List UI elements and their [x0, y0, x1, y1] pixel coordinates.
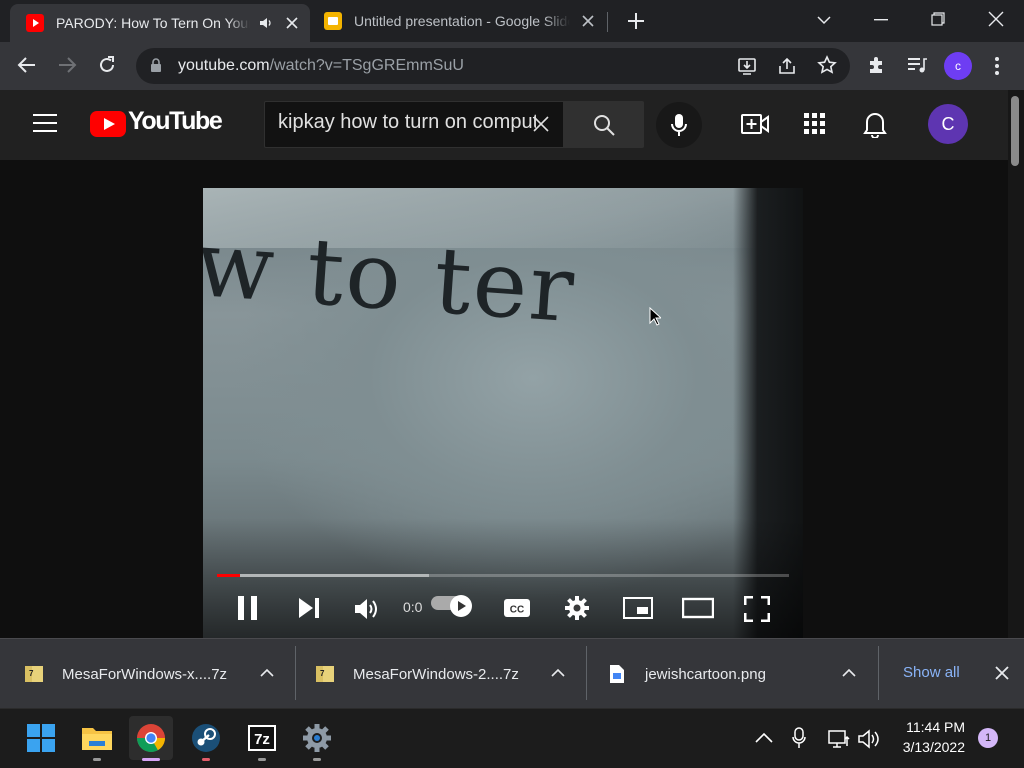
share-icon[interactable]: [777, 56, 797, 76]
mouse-cursor-icon: [649, 307, 661, 327]
7zip-icon[interactable]: 7z: [240, 716, 284, 760]
7z-archive-icon: 7: [315, 664, 335, 684]
tab-google-slides[interactable]: Untitled presentation - Google Slides: [312, 0, 602, 42]
svg-text:7: 7: [320, 669, 325, 678]
lock-icon[interactable]: [150, 58, 162, 73]
bookmark-star-icon[interactable]: [817, 55, 837, 75]
page-scrollbar[interactable]: [1008, 90, 1024, 638]
youtube-play-logo-icon: [90, 111, 126, 137]
7z-archive-icon: 7: [24, 664, 44, 684]
captions-icon[interactable]: CC: [503, 598, 531, 618]
search-icon: [592, 113, 616, 137]
media-control-icon[interactable]: [906, 56, 928, 74]
network-tray-icon[interactable]: [828, 729, 852, 749]
notifications-bell-icon[interactable]: [863, 110, 887, 138]
time-display: 0:0: [403, 599, 423, 615]
next-video-icon[interactable]: [298, 597, 320, 619]
tab-title: Untitled presentation - Google Slides: [354, 13, 570, 29]
create-video-icon[interactable]: [740, 112, 770, 136]
taskbar-running-indicator: [202, 758, 210, 761]
new-tab-icon[interactable]: [626, 11, 646, 31]
close-tab-icon[interactable]: [582, 15, 594, 27]
reload-icon[interactable]: [97, 55, 117, 75]
url-text[interactable]: youtube.com/watch?v=TSgGREmmSuU: [178, 57, 464, 75]
show-all-downloads-link[interactable]: Show all: [903, 664, 960, 681]
download-item[interactable]: jewishcartoon.png: [609, 652, 869, 696]
voice-search-button[interactable]: [656, 102, 702, 148]
svg-text:CC: CC: [510, 605, 524, 616]
hamburger-menu-icon[interactable]: [33, 113, 57, 133]
apps-grid-icon[interactable]: [804, 113, 826, 135]
pause-icon[interactable]: [237, 596, 259, 620]
progress-buffered: [217, 574, 429, 577]
download-filename: MesaForWindows-x....7z: [62, 665, 228, 683]
svg-text:7: 7: [29, 669, 34, 678]
microphone-tray-icon[interactable]: [792, 727, 806, 749]
install-app-icon[interactable]: [737, 56, 757, 76]
fullscreen-icon[interactable]: [744, 596, 770, 622]
chevron-up-icon[interactable]: [842, 668, 856, 678]
speaker-icon[interactable]: [258, 15, 274, 31]
download-item[interactable]: 7 MesaForWindows-x....7z: [24, 652, 284, 696]
chevron-up-icon[interactable]: [260, 668, 274, 678]
youtube-wordmark: YouTube: [128, 107, 223, 135]
download-item[interactable]: 7 MesaForWindows-2....7z: [315, 652, 575, 696]
tab-search-chevron-icon[interactable]: [816, 14, 832, 26]
settings-gear-icon[interactable]: [295, 716, 339, 760]
youtube-icon: [26, 14, 44, 32]
download-divider: [878, 646, 879, 700]
notification-badge[interactable]: 1: [978, 728, 998, 748]
taskbar-running-indicator: [258, 758, 266, 761]
tab-divider: [607, 12, 608, 32]
url-path: /watch?v=TSgGREmmSuU: [269, 57, 464, 74]
download-filename: MesaForWindows-2....7z: [353, 665, 519, 683]
theater-mode-icon[interactable]: [682, 597, 714, 619]
volume-tray-icon[interactable]: [858, 729, 882, 749]
miniplayer-icon[interactable]: [623, 597, 653, 619]
tab-youtube-video[interactable]: PARODY: How To Tern On Your Computer: [10, 4, 310, 42]
restore-icon[interactable]: [931, 12, 945, 26]
youtube-account-avatar[interactable]: C: [928, 104, 968, 144]
progress-played: [217, 574, 240, 577]
video-player[interactable]: w to ter 0:0 CC: [203, 188, 803, 638]
taskbar-active-indicator: [142, 758, 160, 761]
minimize-icon[interactable]: [874, 19, 888, 21]
controls-gradient: [203, 518, 803, 638]
steam-icon[interactable]: [184, 716, 228, 760]
download-divider: [295, 646, 296, 700]
chevron-up-icon[interactable]: [551, 668, 565, 678]
settings-gear-icon[interactable]: [564, 595, 590, 621]
download-divider: [586, 646, 587, 700]
kebab-menu-icon[interactable]: [994, 56, 1000, 76]
search-button[interactable]: [564, 101, 644, 148]
search-query-text[interactable]: kipkay how to turn on computer: [278, 111, 536, 134]
image-file-icon: [609, 664, 625, 684]
taskbar-running-indicator: [313, 758, 321, 761]
extensions-puzzle-icon[interactable]: [867, 55, 887, 75]
back-icon[interactable]: [17, 56, 37, 74]
chrome-profile-avatar[interactable]: c: [944, 52, 972, 80]
forward-icon[interactable]: [57, 56, 77, 74]
google-slides-icon: [324, 12, 342, 30]
close-tab-icon[interactable]: [286, 17, 298, 29]
close-window-icon[interactable]: [988, 11, 1004, 27]
close-shelf-icon[interactable]: [995, 666, 1009, 680]
clock-date[interactable]: 3/13/2022: [880, 739, 965, 755]
clear-search-icon[interactable]: [533, 116, 549, 132]
chrome-icon[interactable]: [129, 716, 173, 760]
clock-time[interactable]: 11:44 PM: [880, 719, 965, 735]
tab-title: PARODY: How To Tern On Your Computer: [56, 15, 250, 31]
autoplay-play-icon[interactable]: [450, 595, 472, 617]
file-explorer-icon[interactable]: [75, 716, 119, 760]
download-filename: jewishcartoon.png: [645, 665, 766, 683]
taskbar-running-indicator: [93, 758, 101, 761]
show-hidden-icons-chevron-icon[interactable]: [755, 732, 773, 744]
windows-start-icon[interactable]: [19, 716, 63, 760]
volume-icon[interactable]: [354, 597, 380, 621]
microphone-icon: [671, 113, 687, 137]
url-host: youtube.com: [178, 57, 270, 74]
scrollbar-thumb[interactable]: [1011, 96, 1019, 166]
svg-text:7z: 7z: [254, 731, 270, 748]
